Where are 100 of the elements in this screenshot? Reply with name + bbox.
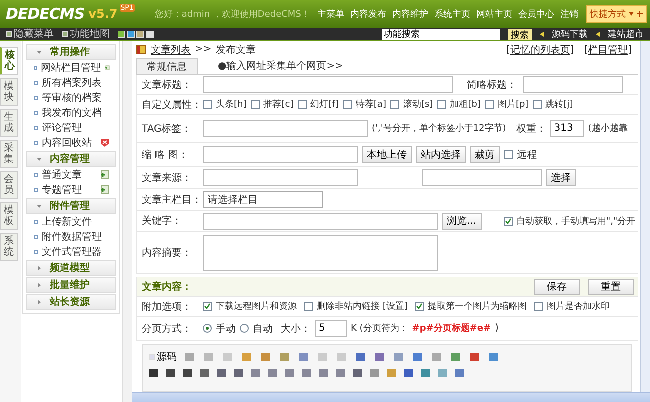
- menu-section-header[interactable]: 附件管理: [26, 198, 116, 214]
- tag-field[interactable]: [203, 120, 368, 137]
- menu-item[interactable]: 专题管理: [26, 183, 116, 197]
- field-label: 大小：: [281, 322, 311, 336]
- caret-icon: [37, 266, 42, 270]
- form-tab[interactable]: ●输入网址采集单个网页>>: [208, 58, 354, 74]
- checkbox[interactable]: [390, 100, 400, 109]
- search-button[interactable]: 搜索: [508, 28, 532, 40]
- search-field[interactable]: 功能搜索: [382, 28, 500, 40]
- menu-section-header[interactable]: 批量维护: [26, 277, 116, 293]
- form-button[interactable]: 本地上传: [362, 146, 412, 163]
- menu-item[interactable]: 内容回收站: [26, 136, 116, 150]
- menu-item[interactable]: 附件数据管理: [26, 230, 116, 244]
- menu-section-header[interactable]: 站长资源: [26, 294, 116, 310]
- checkbox-label: 幻灯[f]: [310, 98, 339, 111]
- source-field[interactable]: [203, 169, 358, 186]
- menu-item[interactable]: 普通文章: [26, 168, 116, 182]
- side-tab[interactable]: 生成: [0, 109, 18, 137]
- header-link[interactable]: [记忆的列表页]: [506, 42, 574, 56]
- checkbox[interactable]: [437, 100, 446, 109]
- toolbar-link[interactable]: 建站超市: [608, 28, 644, 40]
- menu-item[interactable]: 网站栏目管理: [26, 61, 116, 75]
- delete-icon[interactable]: [100, 138, 110, 148]
- menu-item[interactable]: 等审核的档案: [26, 91, 116, 105]
- side-tab[interactable]: 采集: [0, 140, 18, 168]
- nav-link[interactable]: 网站主页: [473, 8, 516, 20]
- field-label: 文章主栏目：: [142, 194, 199, 206]
- menu-item[interactable]: 我发布的文档: [26, 106, 116, 120]
- checkbox[interactable]: [304, 302, 313, 311]
- horizontal-scrollbar[interactable]: [132, 392, 650, 402]
- form-button[interactable]: 重置: [588, 278, 634, 294]
- nav-link[interactable]: 主菜单: [314, 8, 348, 20]
- keyword-field[interactable]: [203, 212, 438, 230]
- form-tab[interactable]: 常规信息: [136, 58, 198, 74]
- checkbox-label: 下载远程图片和资源: [216, 300, 297, 313]
- title-field[interactable]: [203, 76, 453, 93]
- nav-link[interactable]: 注销: [557, 8, 582, 20]
- source-button[interactable]: 源码: [149, 350, 177, 364]
- form-button[interactable]: 裁剪: [470, 146, 500, 163]
- vertical-scrollbar[interactable]: [122, 41, 132, 402]
- toolbar-link[interactable]: 源码下载: [552, 28, 588, 40]
- side-tab[interactable]: 会员: [0, 171, 18, 199]
- checkbox[interactable]: [250, 100, 260, 109]
- pointer-icon: [540, 32, 544, 36]
- checkbox[interactable]: [414, 302, 424, 311]
- color-swatches-icon[interactable]: [118, 30, 156, 38]
- checkbox[interactable]: [504, 216, 513, 226]
- form-button[interactable]: 站内选择: [416, 146, 466, 163]
- breadcrumb-link[interactable]: 文章列表: [151, 42, 191, 56]
- summary-field[interactable]: [203, 234, 438, 270]
- author-field[interactable]: [422, 169, 542, 186]
- nav-link[interactable]: 会员中心: [515, 8, 558, 20]
- page-size-field[interactable]: 5: [315, 320, 347, 337]
- checkbox[interactable]: [298, 100, 307, 109]
- form-button[interactable]: 浏览...: [442, 212, 482, 230]
- caret-icon: [37, 156, 42, 162]
- thumbnail-field[interactable]: [203, 146, 358, 163]
- side-tab[interactable]: 核心: [0, 47, 18, 75]
- weight-field[interactable]: 313: [550, 120, 584, 137]
- checkbox[interactable]: [504, 150, 513, 159]
- hint-text: (','号分开，单个标签小于12字节): [372, 122, 506, 135]
- field-label: 文章来源：: [142, 172, 193, 184]
- caret-icon: [37, 300, 42, 304]
- nav-link[interactable]: 内容发布: [347, 8, 390, 20]
- breadcrumb-separator: >>: [195, 44, 212, 55]
- form-button[interactable]: 保存: [534, 278, 580, 294]
- menu-item[interactable]: 文件式管理器: [26, 245, 116, 259]
- vertical-scrollbar[interactable]: [640, 41, 650, 392]
- toolbar-link[interactable]: 隐藏菜单: [6, 27, 54, 41]
- menu-section-header[interactable]: 频道模型: [26, 260, 116, 276]
- menu-section-header[interactable]: 常用操作: [26, 44, 116, 60]
- menu-item[interactable]: 评论管理: [26, 121, 116, 135]
- caret-icon: [629, 12, 634, 16]
- nav-link[interactable]: 系统主页: [431, 8, 474, 20]
- header-link[interactable]: [栏目管理]: [584, 42, 632, 56]
- column-select[interactable]: 请选择栏目: [203, 191, 323, 208]
- menu-item[interactable]: 所有档案列表: [26, 76, 116, 90]
- short-title-field[interactable]: [523, 76, 623, 93]
- field-label: TAG标签：: [142, 122, 193, 136]
- checkbox[interactable]: [484, 100, 494, 109]
- menu-section-header[interactable]: 内容管理: [26, 151, 116, 167]
- shortcut-dropdown[interactable]: 快捷方式: [586, 5, 647, 23]
- radio-button[interactable]: [203, 324, 212, 333]
- add-page-icon[interactable]: [105, 63, 110, 73]
- toolbar-link[interactable]: 功能地图: [62, 27, 110, 41]
- side-tab[interactable]: 模板: [0, 202, 18, 230]
- menu-item[interactable]: 上传新文件: [26, 215, 116, 229]
- field-label: 缩 略 图：: [142, 148, 190, 162]
- radio-button[interactable]: [240, 324, 249, 333]
- form-button[interactable]: 选择: [546, 169, 576, 186]
- checkbox[interactable]: [203, 302, 212, 311]
- checkbox[interactable]: [342, 100, 352, 109]
- add-page-icon[interactable]: [100, 185, 110, 195]
- add-page-icon[interactable]: [100, 170, 110, 180]
- checkbox[interactable]: [532, 100, 542, 109]
- side-tab[interactable]: 系统: [0, 233, 18, 261]
- checkbox[interactable]: [203, 100, 212, 109]
- side-tab[interactable]: 模块: [0, 78, 18, 106]
- nav-link[interactable]: 内容维护: [389, 8, 432, 20]
- checkbox[interactable]: [534, 302, 543, 311]
